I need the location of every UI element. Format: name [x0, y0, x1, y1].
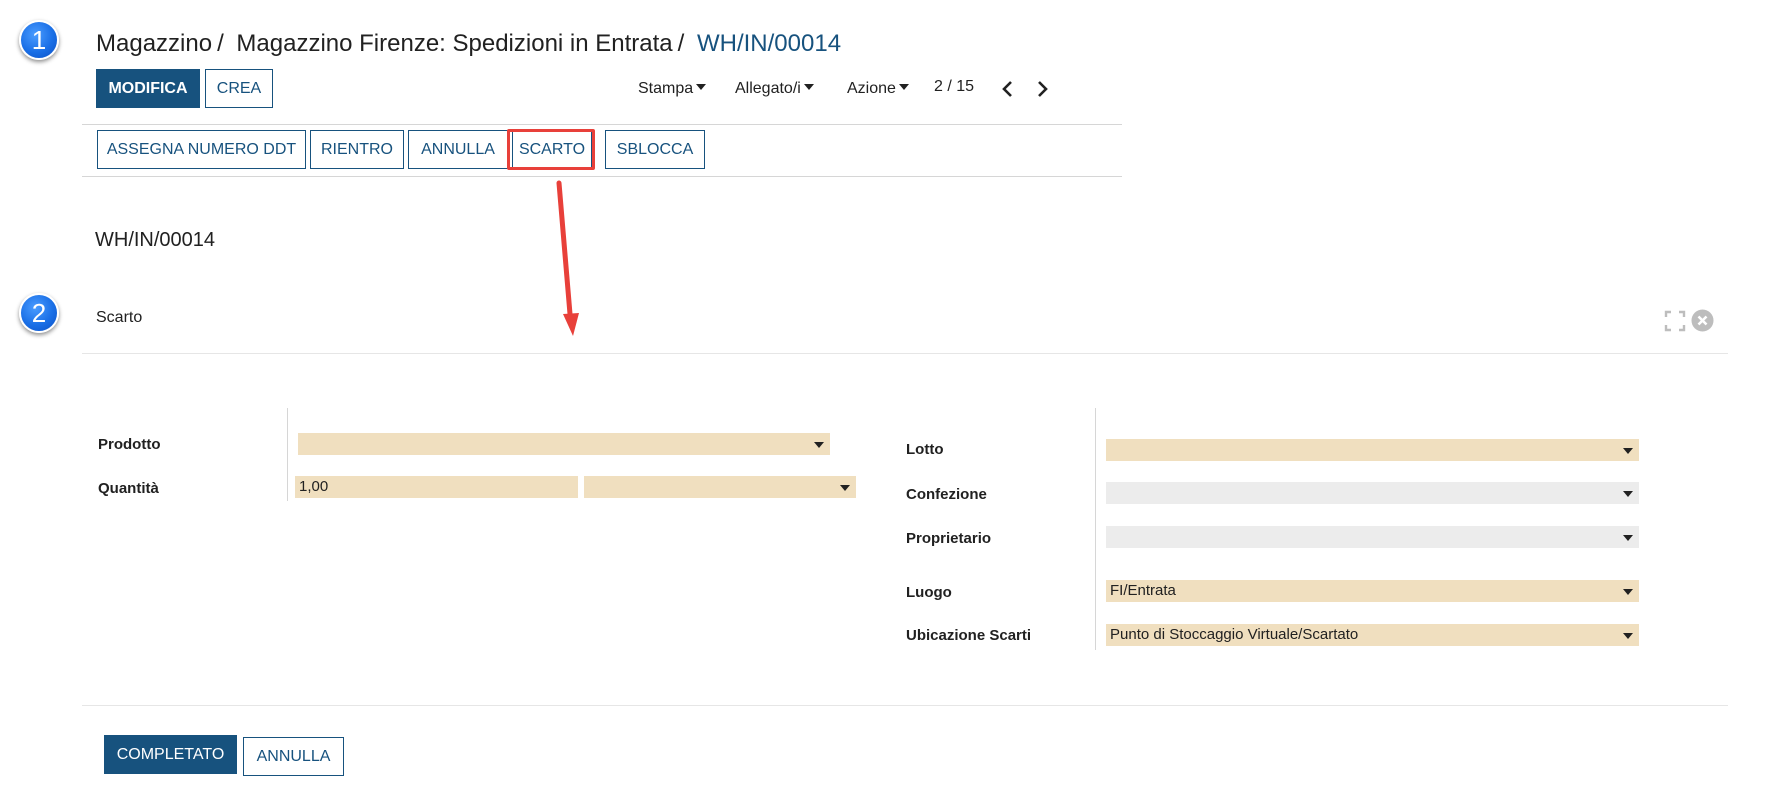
location-label: Luogo — [906, 584, 952, 601]
location-select[interactable]: FI/Entrata — [1106, 580, 1639, 602]
caret-down-icon — [1623, 589, 1633, 595]
record-title: WH/IN/00014 — [95, 229, 216, 251]
lot-select[interactable] — [1106, 439, 1639, 461]
caret-down-icon — [814, 442, 824, 448]
done-button[interactable]: COMPLETATO — [104, 735, 237, 774]
caret-down-icon — [1623, 491, 1633, 497]
annotation-arrow — [556, 180, 579, 336]
quantity-input[interactable]: 1,00 — [295, 476, 578, 498]
scrap-location-label: Ubicazione Scarti — [906, 627, 1032, 644]
caret-down-icon — [840, 485, 850, 491]
dialog-header-divider — [82, 353, 1728, 354]
column-divider — [1095, 408, 1096, 650]
owner-select[interactable] — [1106, 526, 1639, 548]
scrap-location-select-value: Punto di Stoccaggio Virtuale/Scartato — [1110, 626, 1359, 643]
close-circle-icon[interactable] — [1691, 309, 1714, 332]
cancel-dialog-button[interactable]: ANNULLA — [243, 737, 344, 776]
lot-label: Lotto — [906, 441, 944, 458]
owner-label: Proprietario — [906, 530, 992, 547]
product-select[interactable] — [298, 433, 830, 455]
dialog-title: Scarto — [96, 309, 143, 326]
expand-icon[interactable] — [1664, 310, 1686, 332]
caret-down-icon — [1623, 633, 1633, 639]
product-label: Prodotto — [98, 436, 161, 453]
scrap-location-select[interactable]: Punto di Stoccaggio Virtuale/Scartato — [1106, 624, 1639, 646]
column-divider — [287, 408, 288, 501]
dialog-footer-divider — [82, 705, 1728, 706]
caret-down-icon — [1623, 535, 1633, 541]
uom-select[interactable] — [584, 476, 856, 498]
package-label: Confezione — [906, 486, 987, 503]
caret-down-icon — [1623, 448, 1633, 454]
package-select[interactable] — [1106, 482, 1639, 504]
location-select-value: FI/Entrata — [1110, 582, 1176, 599]
quantity-label: Quantità — [98, 480, 159, 497]
